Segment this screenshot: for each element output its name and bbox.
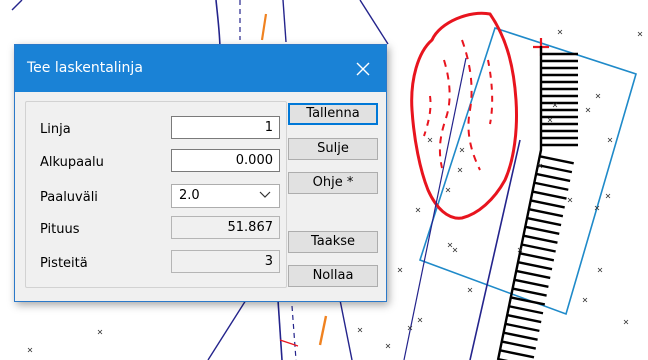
alkupaalu-input[interactable]: 0.000: [171, 149, 280, 172]
paaluvali-select[interactable]: 2.0: [171, 184, 280, 208]
pisteita-value: 3: [171, 250, 280, 273]
pisteita-label: Pisteitä: [40, 256, 88, 271]
taakse-button[interactable]: Taakse: [288, 231, 378, 253]
close-button[interactable]: [340, 45, 386, 92]
chevron-down-icon: [259, 191, 271, 198]
alkupaalu-label: Alkupaalu: [40, 155, 104, 170]
dialog-titlebar[interactable]: Tee laskentalinja: [15, 45, 386, 92]
dialog-title: Tee laskentalinja: [27, 60, 143, 76]
sulje-button[interactable]: Sulje: [288, 138, 378, 160]
pituus-label: Pituus: [40, 222, 80, 237]
paaluvali-label: Paaluväli: [40, 190, 98, 205]
ohje-button[interactable]: Ohje *: [288, 172, 378, 194]
linja-input[interactable]: 1: [171, 116, 280, 139]
fields-group: Linja 1 Alkupaalu 0.000 Paaluväli 2.0 Pi…: [25, 101, 287, 288]
nollaa-button[interactable]: Nollaa: [288, 265, 378, 287]
close-icon: [356, 62, 370, 75]
pituus-value: 51.867: [171, 216, 280, 239]
area-outline: [419, 26, 637, 316]
tallenna-button[interactable]: Tallenna: [288, 103, 378, 125]
linja-label: Linja: [40, 122, 71, 137]
paaluvali-value: 2.0: [179, 188, 200, 203]
dialog-tee-laskentalinja: Tee laskentalinja Linja 1 Alkupaalu 0.00…: [14, 44, 387, 302]
